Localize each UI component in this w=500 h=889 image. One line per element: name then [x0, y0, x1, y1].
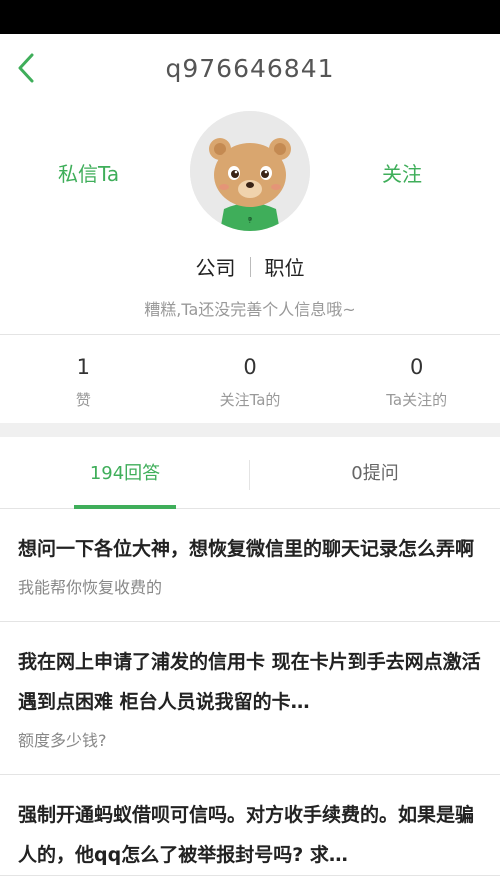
stat-label: 关注Ta的 — [219, 391, 281, 409]
list-item[interactable]: 我在网上申请了浦发的信用卡 现在卡片到手去网点激活遇到点困难 柜台人员说我留的卡… — [0, 622, 500, 775]
position-label: 职位 — [264, 256, 305, 280]
company-position: 公司 职位 — [0, 252, 500, 281]
divider — [249, 256, 251, 277]
page-title: q976646841 — [165, 54, 335, 83]
question-text: 想问一下各位大神，想恢复微信里的聊天记录怎么弄啊 — [18, 538, 475, 560]
section-gap — [0, 423, 500, 437]
profile-section: 私信Ta ? 关注 公司 职位 糟糕,Ta还没完善个人信息哦~ — [0, 106, 500, 334]
tab-questions[interactable]: 0提问 — [250, 437, 500, 508]
list-item[interactable]: 强制开通蚂蚁借呗可信吗。对方收手续费的。如果是骗人的，他qq怎么了被举报封号吗?… — [0, 775, 500, 876]
avatar[interactable]: ? — [190, 111, 310, 231]
tab-answers[interactable]: 194回答 — [0, 437, 250, 509]
stat-likes[interactable]: 1 赞 — [0, 335, 167, 423]
stat-label: Ta关注的 — [386, 391, 448, 409]
message-button[interactable]: 私信Ta — [58, 158, 119, 187]
status-bar — [0, 0, 500, 34]
answer-text: 额度多少钱? — [18, 731, 107, 750]
header: q976646841 — [0, 34, 500, 106]
stat-value: 1 — [76, 355, 91, 379]
stat-followers[interactable]: 0 关注Ta的 — [167, 335, 334, 423]
stat-following[interactable]: 0 Ta关注的 — [333, 335, 500, 423]
bio-text: 糟糕,Ta还没完善个人信息哦~ — [144, 300, 356, 319]
tab-bar: 194回答 0提问 — [0, 437, 500, 509]
stats-row: 1 赞 0 关注Ta的 0 Ta关注的 — [0, 335, 500, 423]
bear-avatar-icon: ? — [190, 111, 310, 231]
stat-label: 赞 — [75, 391, 91, 409]
question-text: 我在网上申请了浦发的信用卡 现在卡片到手去网点激活遇到点困难 柜台人员说我留的卡… — [18, 651, 481, 713]
stat-value: 0 — [243, 355, 257, 379]
follow-button[interactable]: 关注 — [382, 158, 422, 187]
tab-divider — [249, 460, 250, 490]
svg-text:?: ? — [248, 216, 252, 225]
company-label: 公司 — [195, 256, 236, 280]
stat-value: 0 — [409, 355, 424, 379]
answer-list: 想问一下各位大神，想恢复微信里的聊天记录怎么弄啊 我能帮你恢复收费的 我在网上申… — [0, 509, 500, 876]
question-text: 强制开通蚂蚁借呗可信吗。对方收手续费的。如果是骗人的，他qq怎么了被举报封号吗?… — [18, 804, 475, 866]
list-item[interactable]: 想问一下各位大神，想恢复微信里的聊天记录怎么弄啊 我能帮你恢复收费的 — [0, 509, 500, 622]
answer-text: 我能帮你恢复收费的 — [18, 578, 163, 597]
